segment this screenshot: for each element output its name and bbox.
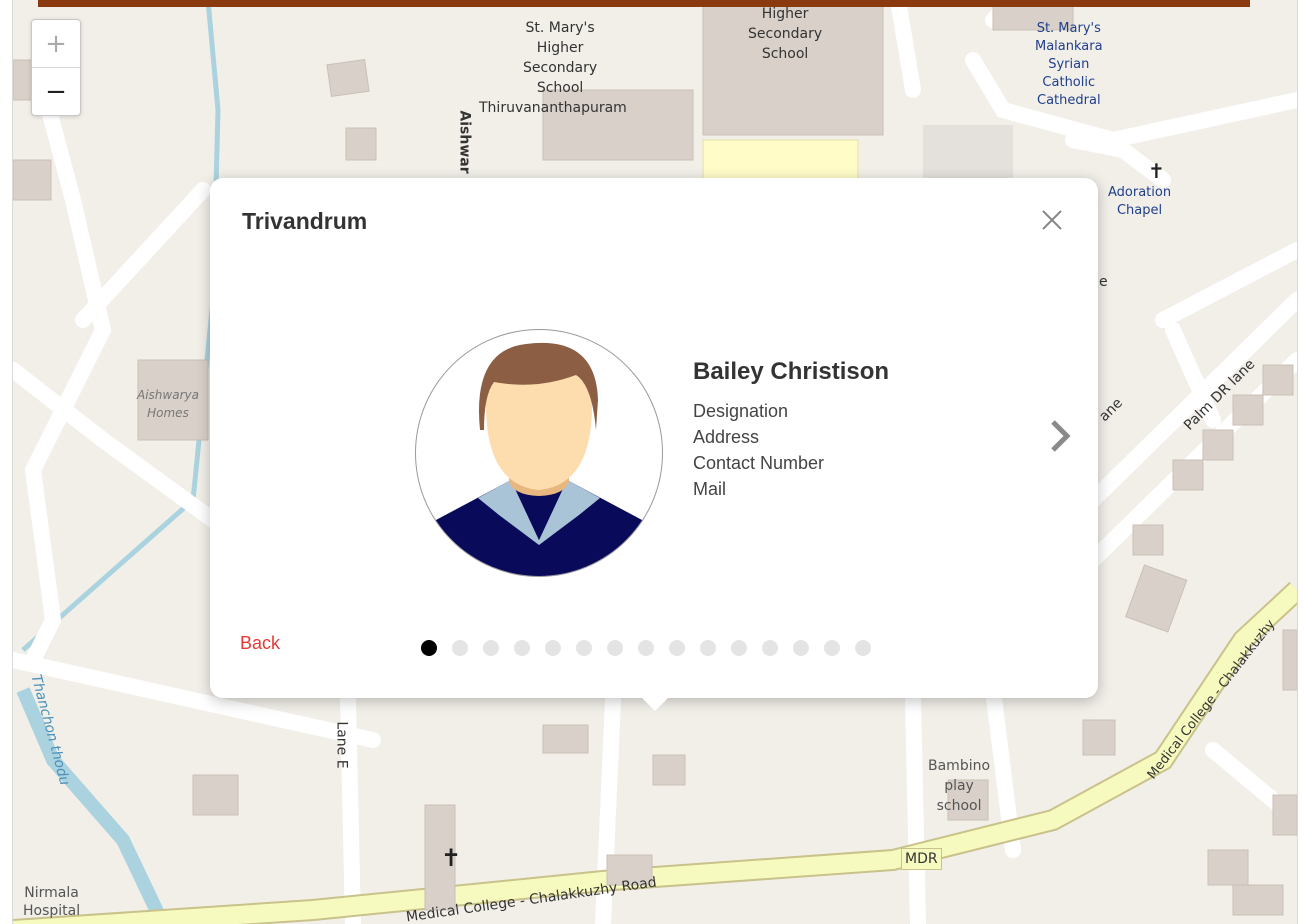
person-avatar-icon bbox=[436, 342, 642, 576]
label-higher-secondary-school: Higher Secondary School bbox=[748, 6, 823, 62]
field-address: Address bbox=[693, 427, 760, 447]
pagination-dot[interactable] bbox=[762, 640, 778, 656]
pagination-dot[interactable] bbox=[545, 640, 561, 656]
top-accent-bar bbox=[38, 0, 1250, 7]
label-thiruvananthapuram: Thiruvananthapuram bbox=[479, 100, 627, 116]
profile-fields: Designation Address Contact Number Mail bbox=[693, 398, 824, 502]
pagination-dot[interactable] bbox=[607, 640, 623, 656]
pagination-dot[interactable] bbox=[421, 640, 437, 656]
pagination-dot[interactable] bbox=[638, 640, 654, 656]
zoom-out-button[interactable]: − bbox=[32, 68, 80, 115]
label-adoration-chapel: Adoration Chapel bbox=[1108, 185, 1172, 218]
label-aishwarya-homes: Aishwarya Homes bbox=[137, 388, 199, 420]
label-cathedral: St. Mary's Malankara Syrian Catholic Cat… bbox=[1035, 21, 1103, 108]
label-nirmala-hospital: Nirmala Hospital bbox=[23, 885, 81, 919]
field-contact-number: Contact Number bbox=[693, 453, 825, 473]
zoom-in-button[interactable]: + bbox=[32, 20, 80, 68]
popup-title: Trivandrum bbox=[242, 208, 368, 234]
popup-pointer bbox=[641, 697, 669, 711]
pagination-dots bbox=[421, 640, 871, 656]
pagination-dot[interactable] bbox=[669, 640, 685, 656]
pagination-dot[interactable] bbox=[793, 640, 809, 656]
label-st-marys-school: St. Mary's Higher Secondary School bbox=[523, 20, 598, 96]
chevron-right-icon[interactable] bbox=[1045, 416, 1075, 456]
profile-popup: Trivandrum Bailey Christison Designation… bbox=[210, 178, 1098, 711]
pagination-dot[interactable] bbox=[824, 640, 840, 656]
pagination-dot[interactable] bbox=[452, 640, 468, 656]
profile-name: Bailey Christison bbox=[693, 358, 890, 385]
svg-text:✝: ✝ bbox=[1148, 159, 1165, 183]
avatar bbox=[415, 329, 663, 577]
pagination-dot[interactable] bbox=[514, 640, 530, 656]
pagination-dot[interactable] bbox=[855, 640, 871, 656]
svg-text:✝: ✝ bbox=[441, 844, 461, 872]
field-mail: Mail bbox=[693, 479, 727, 499]
label-lane-e: Lane E bbox=[333, 721, 350, 769]
pagination-dot[interactable] bbox=[576, 640, 592, 656]
pagination-dot[interactable] bbox=[731, 640, 747, 656]
zoom-control: + − bbox=[31, 19, 81, 116]
field-designation: Designation bbox=[693, 401, 789, 421]
pagination-dot[interactable] bbox=[483, 640, 499, 656]
label-mdr: MDR bbox=[901, 848, 942, 870]
label-e-fragment: e bbox=[1099, 274, 1108, 290]
pagination-dot[interactable] bbox=[700, 640, 716, 656]
back-link[interactable]: Back bbox=[240, 633, 280, 654]
label-bambino-school: Bambino play school bbox=[928, 758, 991, 814]
close-icon[interactable] bbox=[1040, 208, 1064, 232]
label-aishwarya-road: Aishwar bbox=[456, 110, 473, 174]
